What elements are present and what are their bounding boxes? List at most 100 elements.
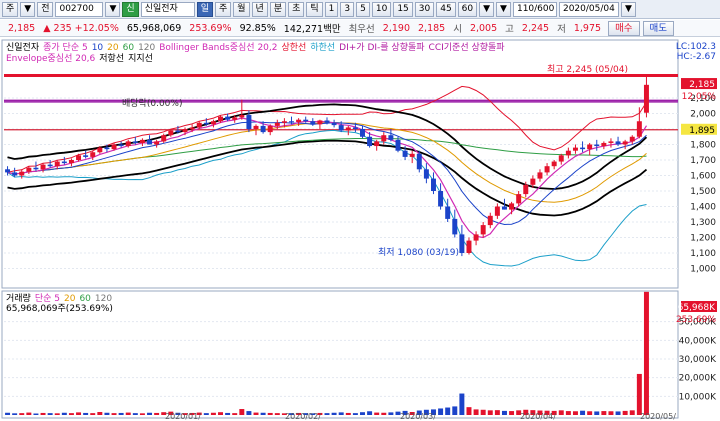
sell-button[interactable]: 매도 <box>642 20 675 36</box>
candle-body <box>608 141 614 143</box>
period-tick-button[interactable]: 틱 <box>306 1 323 17</box>
candle-body <box>47 164 53 167</box>
minute-3-button[interactable]: 3 <box>340 1 355 17</box>
stock-code-input[interactable]: 002700 <box>55 1 104 17</box>
best-quote-label: 최우선 <box>348 24 375 35</box>
period-month-button[interactable]: 월 <box>233 1 250 17</box>
candle-body <box>409 153 415 157</box>
candle-body <box>253 125 259 129</box>
date-tick-label: 2020/02/ <box>285 412 321 421</box>
volume-tick-label: 20,000K <box>679 374 717 384</box>
minute-45-button[interactable]: 45 <box>436 1 456 17</box>
period-minute-button[interactable]: 분 <box>269 1 287 17</box>
candle-body <box>182 129 188 133</box>
volume-bar <box>565 411 571 415</box>
volume-bar <box>345 412 351 415</box>
period-week-button[interactable]: 주 <box>214 1 232 17</box>
date-dropdown-icon[interactable]: ▼ <box>620 1 636 17</box>
volume-bar <box>587 411 593 415</box>
candle-body <box>423 169 429 179</box>
volume-bar <box>125 412 131 415</box>
legend-item: 10 <box>92 43 104 53</box>
candle-body <box>452 218 458 235</box>
minute-5-button[interactable]: 5 <box>356 1 370 17</box>
candle-body <box>5 169 11 173</box>
date-field[interactable]: 2020/05/04 <box>558 1 619 17</box>
candle-body <box>615 141 621 145</box>
volume-bar <box>615 411 621 415</box>
candle-body <box>445 206 451 219</box>
price-change: ▲ 235 +12.05% <box>43 22 119 34</box>
candle-body <box>530 178 536 185</box>
volume-bar <box>374 412 380 415</box>
date-tick-label: 2020/01/ <box>165 412 201 421</box>
buy-button[interactable]: 매수 <box>608 20 640 36</box>
stock-chart[interactable]: 2,1002,0001,9001,8001,7001,6001,5001,400… <box>0 37 720 421</box>
volume-bar <box>572 411 578 415</box>
candle-body <box>246 115 252 129</box>
volume-bar <box>239 409 245 415</box>
volume-bar <box>367 411 373 415</box>
volume-bar <box>61 412 67 415</box>
candle-body <box>537 172 543 179</box>
volume-bar <box>154 412 160 415</box>
hc-value: HC:-2.67 <box>677 52 716 62</box>
option2-dropdown-icon[interactable]: ▼ <box>496 1 511 17</box>
date-tick-label: 2020/03/ <box>400 412 436 421</box>
candle-body <box>104 147 110 150</box>
candle-body <box>196 122 202 128</box>
volume-bar <box>225 412 231 415</box>
volume-current-badge: 65,968K <box>678 303 716 313</box>
volume-bar <box>452 406 458 415</box>
best-ask: 2,190 <box>382 22 410 34</box>
code-dropdown-icon[interactable]: ▼ <box>105 1 121 17</box>
candle-body <box>572 147 578 151</box>
volume-value: 65,968,069 <box>126 22 182 34</box>
period-day-button[interactable]: 일 <box>196 1 213 17</box>
candle-body <box>395 139 401 151</box>
candle-body <box>168 130 174 136</box>
legend-item: 하한선 <box>310 42 335 53</box>
volume-bar <box>274 413 280 415</box>
period-year-button[interactable]: 년 <box>251 1 268 17</box>
candle-body <box>68 160 74 164</box>
candle-body <box>303 119 309 122</box>
candle-body <box>54 161 60 167</box>
volume-bar <box>26 412 32 415</box>
minute-15-button[interactable]: 15 <box>393 1 413 17</box>
candle-body <box>317 120 323 125</box>
candle-body <box>90 152 96 157</box>
minute-1-button[interactable]: 1 <box>324 1 339 17</box>
volume-bar <box>487 410 493 415</box>
candle-body <box>225 116 231 120</box>
prev-button[interactable]: 전 <box>37 1 54 17</box>
price-tick-label: 1,500 <box>690 187 716 197</box>
candle-body <box>544 166 550 173</box>
market-dropdown-icon[interactable]: ▼ <box>20 1 36 17</box>
volume-pct-label: 253.69% <box>676 315 716 325</box>
volume-bar <box>90 413 96 415</box>
minute-30-button[interactable]: 30 <box>414 1 435 17</box>
candle-body <box>260 125 266 133</box>
volume-bar <box>466 407 472 415</box>
minute-10-button[interactable]: 10 <box>371 1 392 17</box>
candle-body <box>125 141 131 147</box>
candle-body <box>509 203 515 210</box>
candle-body <box>551 161 557 167</box>
candle-body <box>61 161 67 164</box>
candle-body <box>83 155 89 157</box>
volume-bar <box>558 410 564 415</box>
volume-bar <box>494 410 500 415</box>
market-select-button[interactable]: 주 <box>2 1 19 17</box>
candle-body <box>473 234 479 241</box>
volume-tick-label: 30,000K <box>679 355 717 365</box>
period-second-button[interactable]: 초 <box>288 1 305 17</box>
minute-60-button[interactable]: 60 <box>457 1 478 17</box>
candle-body <box>480 225 486 235</box>
candle-body <box>388 135 394 140</box>
candle-body <box>516 194 522 204</box>
date-tick-label: 2020/05/ <box>640 412 676 421</box>
price-tick-label: 1,800 <box>690 141 716 151</box>
page-count-field[interactable]: 110/600 <box>512 1 557 17</box>
option-dropdown-icon[interactable]: ▼ <box>479 1 495 17</box>
